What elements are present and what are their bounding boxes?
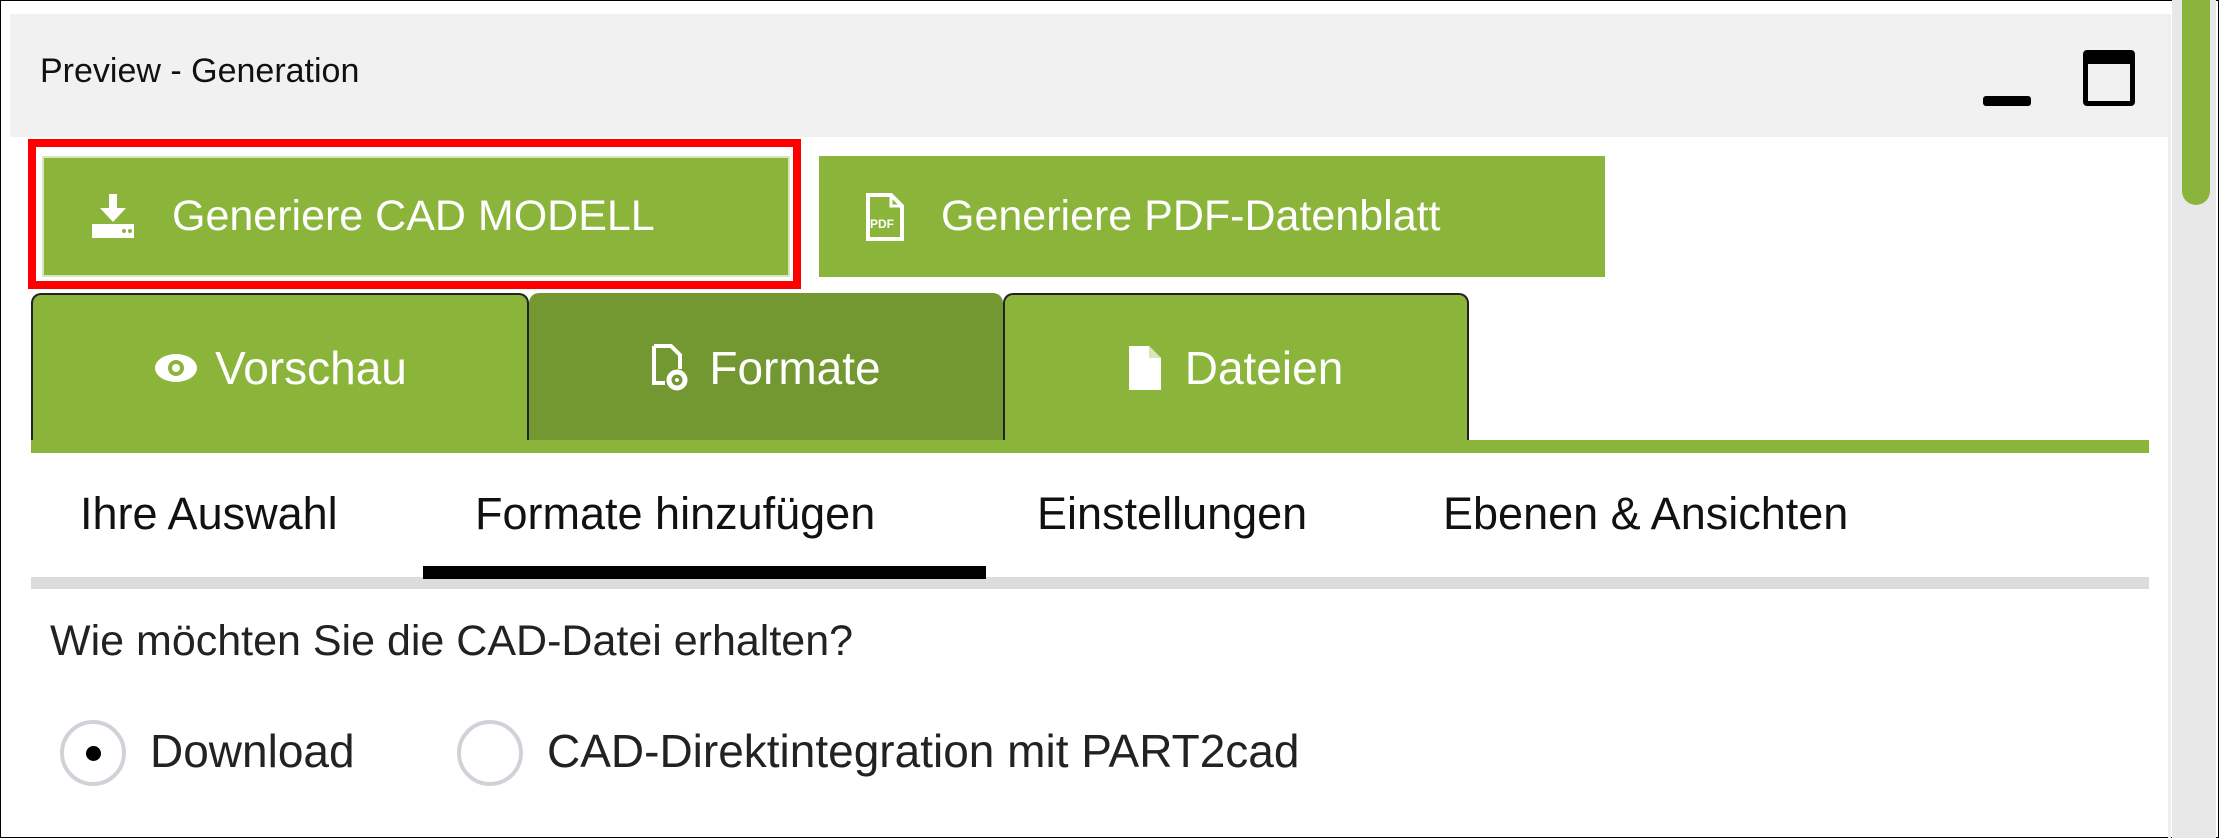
button-label: Generiere CAD MODELL — [172, 192, 655, 240]
svg-text:PDF: PDF — [870, 217, 894, 231]
tab-label: Vorschau — [215, 341, 407, 394]
button-label: Generiere PDF-Datenblatt — [941, 192, 1441, 240]
download-icon — [90, 193, 136, 240]
tab-divider — [31, 440, 2149, 453]
subtab-ihre-auswahl[interactable]: Ihre Auswahl — [80, 488, 338, 540]
subtab-divider — [31, 577, 2149, 589]
radio-label-download[interactable]: Download — [150, 724, 355, 778]
generate-cad-model-button[interactable]: Generiere CAD MODELL — [42, 156, 790, 277]
tab-label: Dateien — [1184, 341, 1344, 394]
panel-edge — [2168, 14, 2171, 838]
radio-label-part2cad[interactable]: CAD-Direktintegration mit PART2cad — [547, 724, 1299, 778]
subtab-einstellungen[interactable]: Einstellungen — [1037, 488, 1307, 540]
tab-vorschau[interactable]: Vorschau — [31, 293, 529, 440]
window-title: Preview - Generation — [40, 52, 360, 90]
file-gear-icon — [651, 343, 689, 393]
eye-icon — [153, 351, 199, 385]
radio-selected-dot — [85, 745, 101, 761]
scrollbar-thumb[interactable] — [2182, 0, 2210, 205]
generate-pdf-datasheet-button[interactable]: PDF Generiere PDF-Datenblatt — [819, 156, 1605, 277]
radio-download[interactable] — [60, 720, 126, 786]
maximize-icon[interactable] — [2083, 50, 2135, 106]
tab-dateien[interactable]: Dateien — [1003, 293, 1469, 440]
delivery-question: Wie möchten Sie die CAD-Datei erhalten? — [50, 617, 854, 665]
tab-label: Formate — [709, 341, 881, 394]
pdf-file-icon: PDF — [865, 192, 905, 242]
subtab-ebenen-ansichten[interactable]: Ebenen & Ansichten — [1443, 488, 1848, 540]
active-subtab-indicator — [423, 566, 986, 579]
minimize-icon[interactable] — [1983, 96, 2031, 106]
radio-part2cad[interactable] — [457, 720, 523, 786]
tab-formate[interactable]: Formate — [529, 293, 1003, 440]
file-icon — [1128, 345, 1161, 390]
subtab-formate-hinzufuegen[interactable]: Formate hinzufügen — [475, 488, 875, 540]
